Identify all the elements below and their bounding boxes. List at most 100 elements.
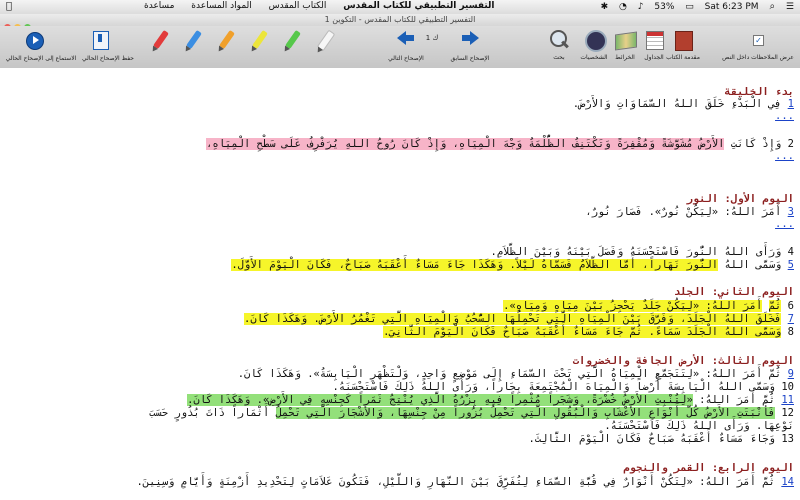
- listen-button[interactable]: [20, 28, 48, 52]
- book-intro-label: مقدمة الكتاب: [666, 54, 700, 61]
- verse-number: 12: [781, 407, 794, 419]
- chapter-indicator[interactable]: ك 1: [420, 34, 444, 42]
- window-title: التفسير التطبيقي للكتاب المقدس - التكوين…: [0, 14, 800, 26]
- more-link[interactable]: ...: [775, 110, 794, 122]
- verse-text: وَرَأَى اللهُ النُّورَ فَاسْتَحْسَنَهُ و…: [490, 246, 782, 258]
- verse-1: 1 فِي الْبَدْءِ خَلَقَ اللهُ السَّمَاوَا…: [14, 98, 794, 110]
- verse-number-link[interactable]: 1: [788, 98, 794, 110]
- verse-text: ثُمَّ: [768, 300, 782, 312]
- maps-label: الخرائط: [615, 54, 635, 61]
- verse-2: 2 وَإِذْ كَانَتِ الأَرْضُ مُشَوَّشَةً وَ…: [14, 138, 794, 150]
- highlighted-text-green: فَأَنْبَتَتِ الأَرْضُ كُلَّ أَنْوَاعِ ال…: [275, 407, 776, 419]
- verse-4: 4 وَرَأَى اللهُ النُّورَ فَاسْتَحْسَنَهُ…: [14, 246, 794, 258]
- notification-center-icon[interactable]: ☰: [786, 2, 794, 12]
- menu-bible[interactable]: الكتاب المقدس: [269, 1, 327, 11]
- menu-help[interactable]: مساعدة: [144, 1, 174, 11]
- next-chapter-label: الإصحاح التالي: [388, 55, 424, 62]
- toolbar: الاستماع إلى الإصحاح الحالي حفظ الإصحاح …: [0, 26, 800, 69]
- search-button[interactable]: بحث: [546, 28, 572, 61]
- orange-pen-icon: [219, 29, 235, 50]
- apple-menu-icon[interactable]: : [6, 1, 12, 12]
- verse-text: وَسَمَّى اللهُ: [724, 259, 782, 271]
- verse-12: 12 فَأَنْبَتَتِ الأَرْضُ كُلَّ أَنْوَاعِ…: [14, 407, 794, 419]
- verse-6: 6 ثُمَّ أَمَرَ اللهُ: «لِيَكُنْ جَلَدٌ ي…: [14, 300, 794, 312]
- verse-text: نَوْعِهَا. وَرَأَى اللهُ ذَلِكَ فَاسْتَح…: [604, 420, 794, 432]
- verse-number-link[interactable]: 5: [788, 259, 794, 271]
- people-button[interactable]: الشخصيات: [578, 28, 610, 61]
- verse-number: 10: [781, 381, 794, 393]
- wifi-icon[interactable]: ◔: [619, 2, 627, 12]
- book-icon: [675, 31, 693, 51]
- bible-text-view[interactable]: بدء الخليقة 1 فِي الْبَدْءِ خَلَقَ اللهُ…: [0, 68, 800, 500]
- highlighted-text-yellow: فَخَلَقَ اللهُ الْجَلَدَ، وَفَرَّقَ بَيْ…: [244, 313, 782, 325]
- verse-14: 14 ثُمَّ أَمَرَ اللهُ: «لِتَكُنْ أَنْوَا…: [14, 476, 794, 488]
- section-heading: بدء الخليقة: [724, 86, 794, 98]
- verse-number-link[interactable]: 7: [788, 313, 794, 325]
- verse-number: 8: [787, 326, 794, 338]
- save-chapter-button[interactable]: [86, 28, 114, 52]
- verse-number: 6: [787, 300, 794, 312]
- highlighter-blue[interactable]: [185, 28, 209, 52]
- highlighter-red[interactable]: [152, 28, 176, 52]
- menu-bar:  التفسير التطبيقي للكتاب المقدس الكتاب …: [0, 0, 800, 15]
- highlighted-text-yellow: أَمَرَ اللهُ: «لِيَكُنْ جَلَدٌ يَحْجِزُ …: [503, 300, 763, 312]
- verse-text: ثُمَّ أَمَرَ اللهُ: «لِتَكُنْ أَنْوَارٌ …: [136, 476, 776, 488]
- verse-11: 11 ثُمَّ أَمَرَ اللهُ: «لِتُنْبِتِ الأَر…: [14, 394, 794, 406]
- verse-text: أَثْمَاراً ذَاتَ بُذُورٍ حَسَبَ: [149, 407, 270, 419]
- app-menus: التفسير التطبيقي للكتاب المقدس الكتاب ال…: [130, 1, 495, 11]
- verse-text: ثُمَّ أَمَرَ اللهُ: «لِتَتَجَمَّعِ الْمِ…: [237, 368, 782, 380]
- verse-number-link[interactable]: 11: [781, 394, 794, 406]
- highlighted-text-yellow: وَسَمَّى اللهُ الْجَلَدَ سَمَاءً. ثُمَّ …: [383, 326, 782, 338]
- battery-icon: ▭: [685, 2, 694, 12]
- verse-12-continued: نَوْعِهَا. وَرَأَى اللهُ ذَلِكَ فَاسْتَح…: [14, 420, 794, 432]
- checkbox-checked-icon[interactable]: ✓: [753, 35, 764, 46]
- verse-number: 13: [781, 433, 794, 445]
- book-intro-button[interactable]: مقدمة الكتاب: [666, 28, 700, 61]
- more-link-row: ...: [14, 110, 794, 122]
- more-link[interactable]: ...: [775, 150, 794, 162]
- eraser-pen-icon: [316, 29, 336, 52]
- highlighter-white[interactable]: [316, 28, 340, 52]
- verse-3: 3 أَمَرَ اللهُ: «لِيَكُنْ نُورٌ». فَصَار…: [14, 206, 794, 218]
- section-heading: اليوم الأول: النور: [686, 193, 794, 205]
- green-pen-icon: [285, 29, 301, 50]
- bluetooth-icon[interactable]: ✱: [601, 2, 609, 12]
- verse-8: 8 وَسَمَّى اللهُ الْجَلَدَ سَمَاءً. ثُمَ…: [14, 326, 794, 338]
- battery-percent[interactable]: 53%: [654, 2, 674, 12]
- verse-number-link[interactable]: 3: [788, 206, 794, 218]
- arrow-right-icon: [470, 31, 479, 45]
- verse-number-link[interactable]: 9: [788, 368, 794, 380]
- verse-5: 5 وَسَمَّى اللهُ النُّورَ نَهَاراً، أَمَ…: [14, 259, 794, 271]
- show-notes-toggle[interactable]: ✓ عرض الملاحظات داخل النص: [718, 28, 798, 61]
- menu-app-name[interactable]: التفسير التطبيقي للكتاب المقدس: [343, 1, 494, 11]
- people-label: الشخصيات: [580, 54, 608, 61]
- clock[interactable]: Sat 6:23 PM: [705, 2, 759, 12]
- verse-13: 13 وَجَاءَ مَسَاءٌ أَعْقَبَهُ صَبَاحٌ فَ…: [14, 433, 794, 445]
- status-area: ✱ ◔ ♪ 53% ▭ Sat 6:23 PM ⌕ ☰: [593, 1, 794, 12]
- previous-chapter-label: الإصحاح السابق: [450, 55, 490, 62]
- verse-text: وَإِذْ كَانَتِ: [730, 138, 782, 150]
- tables-button[interactable]: الجداول: [640, 28, 668, 61]
- volume-icon[interactable]: ♪: [638, 2, 644, 12]
- previous-chapter-button[interactable]: [458, 28, 482, 52]
- highlighter-green[interactable]: [284, 28, 308, 52]
- highlighted-text-green: «لِتُنْبِتِ الأَرْضُ خُضْرَةً، وَشَجَراً…: [187, 394, 693, 406]
- verse-number-link[interactable]: 14: [781, 476, 794, 488]
- verse-text: وَجَاءَ مَسَاءٌ أَعْقَبَهُ صَبَاحٌ فَكَا…: [528, 433, 776, 445]
- menu-resources[interactable]: المواد المساعدة: [191, 1, 252, 11]
- more-link[interactable]: ...: [775, 218, 794, 230]
- highlighter-yellow[interactable]: [251, 28, 275, 52]
- highlighted-text-pink: الأَرْضُ مُشَوَّشَةً وَمُقْفِرَةً وَتَكْ…: [206, 138, 725, 150]
- search-label: بحث: [553, 54, 565, 61]
- verse-text: أَمَرَ اللهُ: «لِيَكُنْ نُورٌ». فَصَارَ …: [585, 206, 782, 218]
- show-notes-label: عرض الملاحظات داخل النص: [722, 54, 794, 61]
- next-chapter-button[interactable]: [394, 28, 418, 52]
- spotlight-search-icon[interactable]: ⌕: [769, 1, 775, 12]
- more-link-row: ...: [14, 218, 794, 230]
- section-heading: اليوم الثالث: الأرض الجافة والخضروات: [572, 355, 794, 367]
- highlighter-orange[interactable]: [218, 28, 242, 52]
- section-heading: اليوم الثاني: الجلد: [673, 286, 794, 298]
- maps-button[interactable]: الخرائط: [611, 28, 639, 61]
- verse-text: وَسَمَّى اللهُ الْيَابِسَةَ أَرْضاً وَال…: [332, 381, 776, 393]
- listen-label: الاستماع إلى الإصحاح الحالي: [5, 55, 77, 62]
